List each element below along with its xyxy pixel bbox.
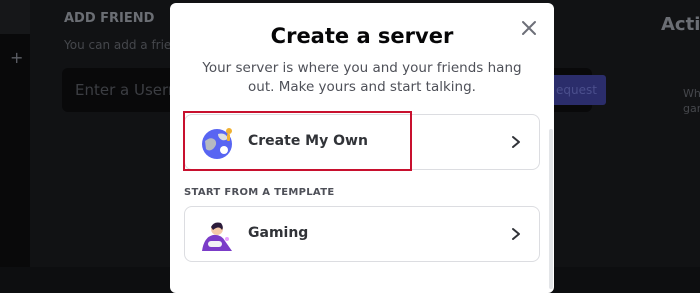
gaming-template-option[interactable]: Gaming: [184, 206, 540, 262]
server-rail: [0, 0, 30, 267]
add-friend-heading: ADD FRIEND: [64, 11, 155, 26]
active-now-title: Activ: [661, 14, 700, 35]
active-now-subtext: Wh gan: [683, 86, 700, 116]
add-friend-subtext: You can add a friend: [64, 38, 170, 52]
chevron-right-icon: [512, 228, 520, 240]
username-input-placeholder: Enter a Userna: [75, 81, 170, 99]
gaming-controller-icon: [202, 222, 232, 251]
active-now-subtext-line: gan: [683, 102, 700, 115]
server-rail-header: [0, 0, 30, 34]
active-now-subtext-line: Wh: [683, 87, 700, 100]
create-my-own-label: Create My Own: [248, 133, 368, 149]
modal-subtitle: Your server is where you and your friend…: [202, 60, 522, 95]
create-my-own-option[interactable]: Create My Own: [184, 114, 540, 170]
modal-title: Create a server: [270, 24, 454, 48]
globe-icon: [202, 128, 232, 159]
create-server-modal: Create a server Your server is where you…: [170, 3, 554, 293]
add-server-icon[interactable]: +: [10, 50, 23, 66]
modal-scrollbar[interactable]: [549, 129, 553, 289]
gaming-label: Gaming: [248, 225, 309, 241]
template-section-label: START FROM A TEMPLATE: [184, 187, 335, 198]
chevron-right-icon: [512, 136, 520, 148]
